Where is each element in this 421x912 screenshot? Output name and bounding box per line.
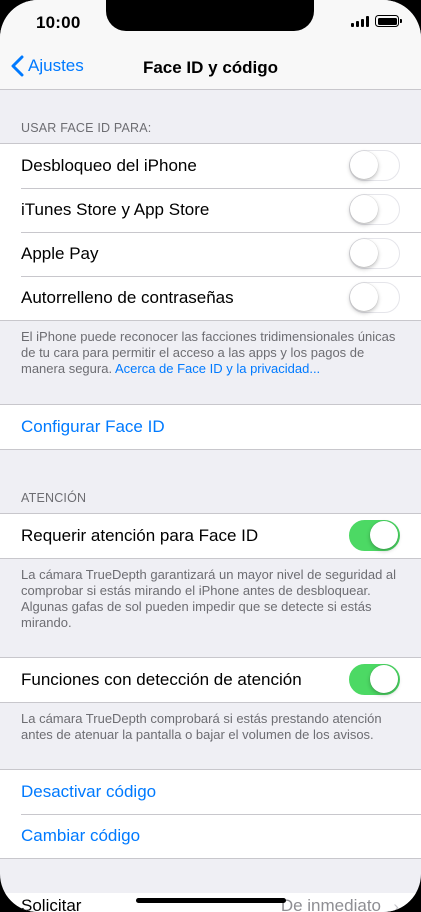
attention-aware-footer: La cámara TrueDepth comprobará si estás … <box>21 711 382 742</box>
home-indicator[interactable] <box>136 898 286 903</box>
password-autofill-toggle[interactable] <box>349 282 400 313</box>
disable-passcode-label: Desactivar código <box>21 782 157 801</box>
require-attention-toggle[interactable] <box>349 520 400 551</box>
change-passcode-button[interactable]: Cambiar código <box>0 814 421 858</box>
attention-aware-toggle[interactable] <box>349 664 400 695</box>
face-id-privacy-link[interactable]: Acerca de Face ID y la privacidad... <box>115 361 320 376</box>
configure-group: Configurar Face ID <box>0 404 421 450</box>
attention-section-header: ATENCIÓN <box>21 491 87 505</box>
row-label: Funciones con detección de atención <box>21 670 302 689</box>
face-id-section-header: USAR FACE ID PARA: <box>21 121 152 135</box>
row-password-autofill: Autorrelleno de contraseñas <box>0 276 421 320</box>
itunes-app-store-toggle[interactable] <box>349 194 400 225</box>
row-label: iTunes Store y App Store <box>21 200 210 219</box>
row-itunes-app-store: iTunes Store y App Store <box>0 188 421 232</box>
page-title: Face ID y código <box>142 58 279 77</box>
settings-screen: 10:00 Ajustes Face ID y código USAR FACE… <box>0 0 421 912</box>
configure-face-id-button[interactable]: Configurar Face ID <box>0 405 421 449</box>
row-label: Autorrelleno de contraseñas <box>21 288 234 307</box>
attention-aware-group: Funciones con detección de atención <box>0 657 421 703</box>
disable-passcode-button[interactable]: Desactivar código <box>0 770 421 814</box>
face-id-group: Desbloqueo del iPhone iTunes Store y App… <box>0 143 421 321</box>
device-notch <box>106 0 314 31</box>
row-label: Apple Pay <box>21 244 99 263</box>
settings-content: USAR FACE ID PARA: Desbloqueo del iPhone… <box>0 90 421 859</box>
navigation-bar: Ajustes Face ID y código <box>0 44 421 90</box>
attention-group: Requerir atención para Face ID <box>0 513 421 559</box>
passcode-group: Desactivar código Cambiar código <box>0 769 421 859</box>
row-unlock-iphone: Desbloqueo del iPhone <box>0 144 421 188</box>
battery-icon <box>375 15 402 27</box>
unlock-iphone-toggle[interactable] <box>349 150 400 181</box>
row-apple-pay: Apple Pay <box>0 232 421 276</box>
chevron-right-icon: › <box>393 897 399 912</box>
row-label: Desbloqueo del iPhone <box>21 156 197 175</box>
row-attention-aware: Funciones con detección de atención <box>0 658 421 702</box>
apple-pay-toggle[interactable] <box>349 238 400 269</box>
status-time: 10:00 <box>36 13 81 32</box>
row-label: Requerir atención para Face ID <box>21 526 259 545</box>
configure-face-id-label: Configurar Face ID <box>21 417 165 436</box>
require-passcode-value: De inmediato <box>280 896 381 912</box>
status-bar: 10:00 <box>0 0 421 44</box>
require-attention-footer: La cámara TrueDepth garantizará un mayor… <box>21 567 397 630</box>
face-id-footer: El iPhone puede reconocer las facciones … <box>0 321 421 404</box>
signal-icon <box>351 16 369 27</box>
change-passcode-label: Cambiar código <box>21 826 141 845</box>
row-require-attention: Requerir atención para Face ID <box>0 514 421 558</box>
require-passcode-label: Solicitar <box>21 896 82 912</box>
